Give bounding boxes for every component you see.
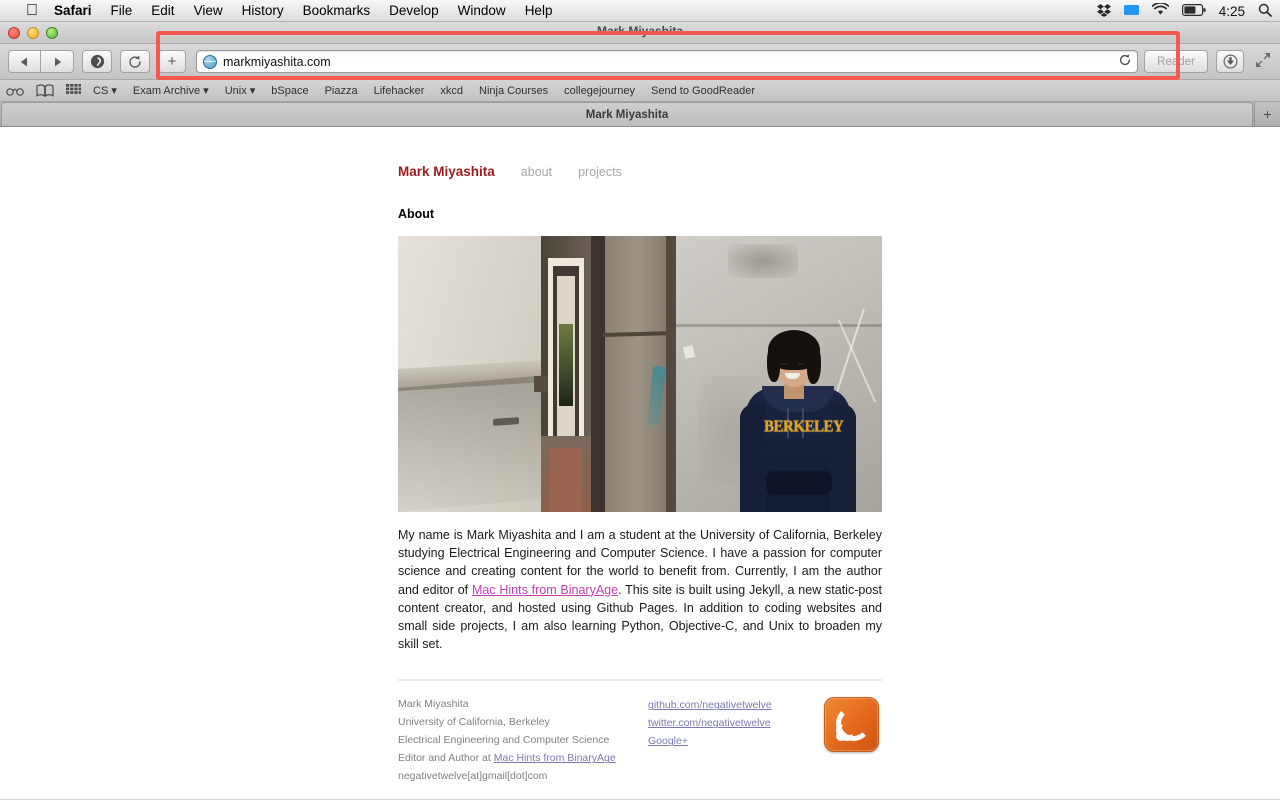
address-bar[interactable]: markmiyashita.com bbox=[196, 50, 1138, 73]
back-button[interactable] bbox=[8, 50, 41, 73]
tab-mark-miyashita[interactable]: Mark Miyashita bbox=[1, 102, 1253, 126]
bookmark-cs[interactable]: CS ▾ bbox=[93, 84, 117, 97]
photo-pillar-edge bbox=[666, 236, 676, 512]
menu-item-edit[interactable]: Edit bbox=[151, 3, 174, 18]
rss-arc-outer bbox=[836, 706, 871, 742]
footer-link-mac-hints-binaryage[interactable]: Mac Hints from BinaryAge bbox=[494, 752, 616, 764]
web-page-content: Mark Miyashita about projects About BERK… bbox=[0, 127, 1280, 799]
dropbox-icon[interactable] bbox=[1096, 3, 1111, 20]
rss-feed-icon[interactable] bbox=[824, 697, 879, 753]
site-header: Mark Miyashita about projects bbox=[398, 164, 882, 179]
site-title[interactable]: Mark Miyashita bbox=[398, 164, 495, 179]
bookmark-bspace[interactable]: bSpace bbox=[271, 85, 308, 97]
photo-person-eye-left bbox=[781, 363, 787, 365]
photo-hoodie-text: BERKELEY bbox=[764, 417, 844, 437]
menu-item-window[interactable]: Window bbox=[458, 3, 506, 18]
bookmarks-bar: CS ▾ Exam Archive ▾ Unix ▾ bSpace Piazza… bbox=[0, 80, 1280, 102]
menu-item-safari[interactable]: Safari bbox=[54, 3, 92, 18]
fullscreen-icon[interactable] bbox=[1254, 52, 1272, 72]
browser-toolbar: + markmiyashita.com Reader bbox=[0, 44, 1280, 80]
footer-school: University of California, Berkeley bbox=[398, 716, 550, 729]
photo-person-eye-right bbox=[798, 363, 804, 365]
photo-wall-lamp bbox=[534, 376, 548, 392]
footer-name: Mark Miyashita bbox=[398, 698, 469, 711]
window-title-bar: Mark Miyashita bbox=[0, 22, 1280, 44]
nav-link-about[interactable]: about bbox=[521, 165, 552, 179]
blue-square-icon[interactable] bbox=[1123, 4, 1139, 19]
bookmark-collegejourney[interactable]: collegejourney bbox=[564, 85, 635, 97]
footer-link-twitter[interactable]: twitter.com/negativetwelve bbox=[648, 714, 818, 732]
menu-item-develop[interactable]: Develop bbox=[389, 3, 439, 18]
photo-ledge-shadow bbox=[398, 375, 541, 512]
reading-list-icon[interactable] bbox=[6, 85, 24, 96]
window-title: Mark Miyashita bbox=[596, 24, 684, 38]
menu-item-file[interactable]: File bbox=[111, 3, 133, 18]
page-container: Mark Miyashita about projects About BERK… bbox=[398, 127, 882, 785]
menu-bar-status-items: 4:25 bbox=[1096, 0, 1272, 22]
photo-hoodie-pocket bbox=[766, 471, 832, 495]
top-sites-icon[interactable] bbox=[66, 84, 81, 97]
bookmark-ninja-courses[interactable]: Ninja Courses bbox=[479, 85, 548, 97]
bookmark-piazza[interactable]: Piazza bbox=[325, 85, 358, 97]
menu-item-bookmarks[interactable]: Bookmarks bbox=[303, 3, 371, 18]
footer-link-github[interactable]: github.com/negativetwelve bbox=[648, 696, 818, 714]
bookmark-lifehacker[interactable]: Lifehacker bbox=[374, 85, 425, 97]
footer-divider bbox=[398, 679, 882, 682]
nav-link-projects[interactable]: projects bbox=[578, 165, 622, 179]
globe-favicon bbox=[203, 54, 217, 69]
photo-person-hair-left bbox=[767, 346, 780, 382]
tab-bar: Mark Miyashita + bbox=[0, 102, 1280, 127]
photo-corridor-floor-inner bbox=[550, 448, 582, 512]
menu-item-history[interactable]: History bbox=[242, 3, 284, 18]
footer-bio-column: Mark Miyashita University of California,… bbox=[398, 695, 648, 785]
profile-photo: BERKELEY bbox=[398, 236, 882, 512]
add-bookmark-button[interactable]: + bbox=[158, 50, 186, 73]
bookmarks-icon[interactable] bbox=[36, 84, 54, 97]
forward-button[interactable] bbox=[41, 50, 74, 73]
battery-icon[interactable] bbox=[1181, 3, 1206, 19]
photo-wall-mark bbox=[682, 345, 696, 359]
photo-wall-seam bbox=[676, 324, 882, 327]
footer-role: Editor and Author at Mac Hints from Bina… bbox=[398, 749, 648, 767]
reload-icon[interactable] bbox=[1119, 54, 1131, 69]
address-bar-url[interactable]: markmiyashita.com bbox=[223, 55, 1115, 69]
photo-person-arm-left bbox=[740, 404, 766, 512]
history-reload-icon[interactable] bbox=[120, 50, 150, 73]
footer-email: negativetwelve[at]gmail[dot]com bbox=[398, 770, 548, 783]
page-footer: Mark Miyashita University of California,… bbox=[398, 695, 882, 785]
site-nav: about projects bbox=[521, 165, 622, 179]
bookmark-xkcd[interactable]: xkcd bbox=[440, 85, 463, 97]
menu-bar-clock[interactable]: 4:25 bbox=[1219, 4, 1245, 19]
downloads-icon[interactable] bbox=[1216, 50, 1244, 73]
onepassword-icon[interactable] bbox=[82, 50, 112, 73]
page-title: About bbox=[398, 207, 435, 221]
bookmark-exam-archive[interactable]: Exam Archive ▾ bbox=[133, 84, 209, 97]
photo-foliage bbox=[559, 324, 573, 406]
menu-item-help[interactable]: Help bbox=[525, 3, 553, 18]
navigation-button-group bbox=[8, 50, 74, 73]
footer-links-column: github.com/negativetwelve twitter.com/ne… bbox=[648, 695, 818, 750]
footer-link-googleplus[interactable]: Google+ bbox=[648, 732, 818, 750]
menu-item-view[interactable]: View bbox=[194, 3, 223, 18]
photo-wall-stain-1 bbox=[728, 244, 798, 278]
link-mac-hints-binaryage[interactable]: Mac Hints from BinaryAge bbox=[472, 583, 618, 597]
bookmark-unix[interactable]: Unix ▾ bbox=[225, 84, 256, 97]
new-tab-button[interactable]: + bbox=[1254, 102, 1280, 126]
footer-major: Electrical Engineering and Computer Scie… bbox=[398, 734, 610, 747]
photo-pillar-shadow bbox=[591, 236, 605, 512]
macos-menu-bar:  Safari File Edit View History Bookmark… bbox=[0, 0, 1280, 22]
bookmark-send-to-goodreader[interactable]: Send to GoodReader bbox=[651, 85, 755, 97]
safari-window: Mark Miyashita + markmiyashita.com Reade… bbox=[0, 22, 1280, 800]
apple-logo-icon[interactable]:  bbox=[26, 2, 38, 19]
reader-button[interactable]: Reader bbox=[1144, 50, 1208, 73]
footer-role-prefix: Editor and Author at bbox=[398, 752, 494, 765]
photo-person-hair-right bbox=[807, 346, 821, 384]
wifi-icon[interactable] bbox=[1151, 2, 1169, 19]
about-paragraph: My name is Mark Miyashita and I am a stu… bbox=[398, 526, 882, 653]
spotlight-search-icon[interactable] bbox=[1258, 3, 1272, 20]
